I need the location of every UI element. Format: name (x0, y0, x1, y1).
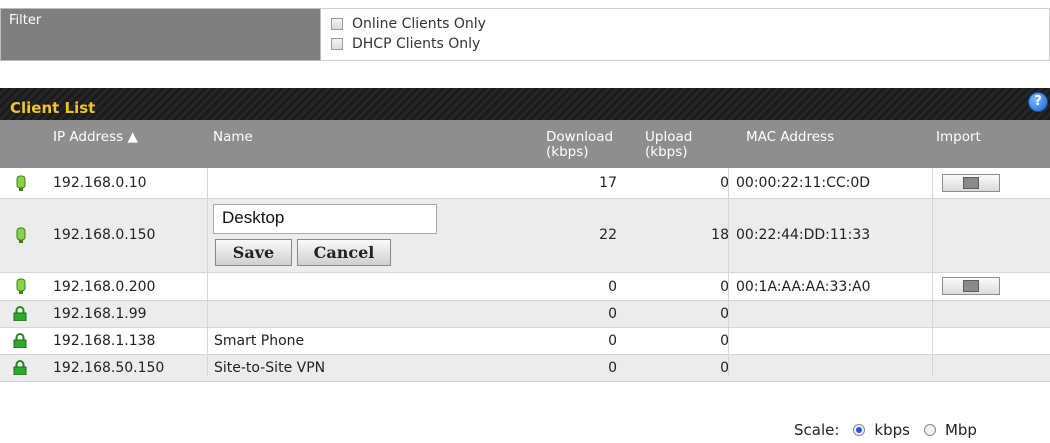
name-cell[interactable]: Smart Phone (214, 333, 304, 349)
column-divider (932, 168, 933, 376)
table-row: 192.168.0.200 0 0 00:1A:AA:AA:33:A0 (0, 273, 1050, 301)
client-name-input[interactable]: Desktop (213, 204, 437, 234)
import-icon (963, 177, 979, 189)
filter-panel: Filter Online Clients Only DHCP Clients … (0, 8, 1050, 61)
download-cell: 0 (608, 360, 617, 376)
client-list-title-bar: Client List ? (0, 88, 1050, 120)
client-list-title: Client List (10, 99, 96, 117)
filter-options: Online Clients Only DHCP Clients Only (321, 8, 1050, 61)
scale-label: Scale: (794, 421, 840, 439)
kbps-radio[interactable] (853, 424, 866, 436)
cancel-button[interactable]: Cancel (297, 239, 391, 266)
lock-icon (13, 360, 27, 375)
name-header[interactable]: Name (213, 130, 253, 145)
lock-icon (13, 333, 27, 348)
download-cell: 0 (608, 279, 617, 295)
import-header: Import (936, 129, 981, 145)
online-clients-only-checkbox[interactable] (331, 18, 343, 30)
lock-icon (13, 306, 27, 321)
mac-address-header[interactable]: MAC Address (746, 130, 834, 145)
download-cell: 22 (599, 227, 617, 243)
table-row: 192.168.1.99 0 0 (0, 301, 1050, 328)
kbps-label[interactable]: kbps (874, 421, 910, 439)
download-header[interactable]: Download (546, 130, 613, 145)
online-status-icon (16, 175, 26, 191)
dhcp-clients-only-option[interactable]: DHCP Clients Only (331, 34, 1049, 54)
import-icon (963, 280, 979, 292)
table-header: IP Address ▲ Name Download (kbps) Upload… (0, 120, 1050, 168)
download-cell: 0 (608, 333, 617, 349)
dhcp-clients-only-checkbox[interactable] (331, 38, 343, 50)
ip-address-header[interactable]: IP Address ▲ (53, 130, 138, 145)
dhcp-clients-only-label: DHCP Clients Only (352, 36, 481, 52)
ip-address-cell: 192.168.0.200 (53, 279, 156, 295)
column-divider (207, 168, 208, 376)
help-icon[interactable]: ? (1028, 92, 1048, 112)
upload-header[interactable]: Upload (645, 130, 692, 145)
download-unit: (kbps) (546, 144, 589, 160)
table-row-editing: 192.168.0.150 Desktop Save Cancel 22 18 … (0, 199, 1050, 273)
mbps-radio[interactable] (923, 424, 936, 436)
online-status-icon (16, 227, 26, 243)
ip-address-cell: 192.168.1.138 (53, 333, 156, 349)
ip-address-cell: 192.168.50.150 (53, 360, 165, 376)
import-button[interactable] (942, 174, 1000, 192)
mac-address-cell: 00:22:44:DD:11:33 (736, 227, 871, 243)
scale-selector: Scale: kbps Mbp (794, 421, 977, 439)
mbps-label[interactable]: Mbp (945, 421, 977, 439)
ip-address-cell: 192.168.0.10 (53, 175, 147, 191)
mac-address-cell: 00:1A:AA:AA:33:A0 (736, 279, 871, 295)
column-divider (728, 168, 729, 376)
import-button[interactable] (942, 277, 1000, 295)
online-status-icon (16, 278, 26, 294)
save-button[interactable]: Save (215, 239, 292, 266)
table-row: 192.168.1.138 Smart Phone 0 0 (0, 328, 1050, 355)
upload-cell: 18 (711, 227, 729, 243)
name-cell[interactable]: Site-to-Site VPN (214, 360, 325, 376)
mac-address-cell: 00:00:22:11:CC:0D (736, 175, 871, 191)
ip-address-cell: 192.168.0.150 (53, 227, 156, 243)
filter-label: Filter (0, 8, 321, 61)
ip-address-cell: 192.168.1.99 (53, 306, 147, 322)
online-clients-only-option[interactable]: Online Clients Only (331, 14, 1049, 34)
client-list: Client List ? IP Address ▲ Name Download… (0, 88, 1050, 382)
table-row: 192.168.0.10 17 0 00:00:22:11:CC:0D (0, 168, 1050, 199)
online-clients-only-label: Online Clients Only (352, 16, 486, 32)
upload-unit: (kbps) (645, 144, 688, 160)
download-cell: 0 (608, 306, 617, 322)
table-row: 192.168.50.150 Site-to-Site VPN 0 0 (0, 355, 1050, 382)
download-cell: 17 (599, 175, 617, 191)
